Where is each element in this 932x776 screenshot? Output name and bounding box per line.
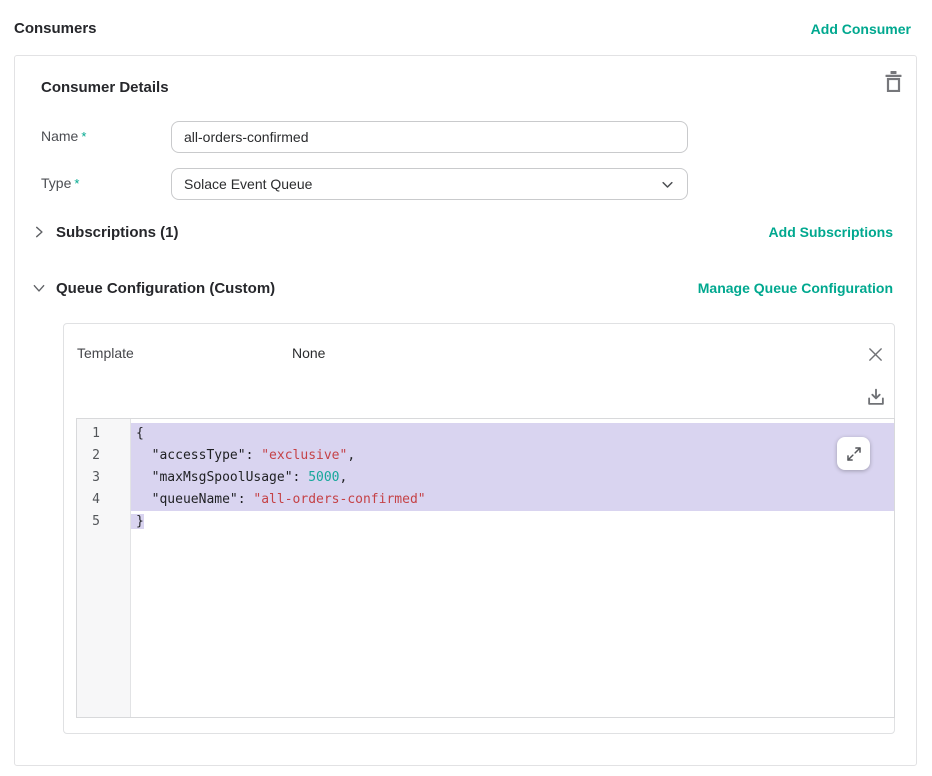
template-value: None: [292, 345, 325, 361]
add-consumer-button[interactable]: Add Consumer: [811, 21, 911, 37]
queue-configuration-section-label: Queue Configuration (Custom): [56, 280, 275, 297]
trash-icon: [884, 71, 903, 92]
consumer-details-card: Consumer Details Name* Type* Solace Even…: [14, 55, 917, 766]
chevron-down-icon[interactable]: [31, 280, 47, 296]
line-number: 1: [77, 423, 130, 445]
code-line[interactable]: "queueName": "all-orders-confirmed": [131, 489, 894, 511]
required-marker: *: [81, 129, 86, 144]
template-label: Template: [77, 345, 134, 361]
name-field-label: Name*: [41, 121, 86, 152]
chevron-down-icon: [660, 177, 675, 192]
download-configuration-button[interactable]: [863, 384, 889, 410]
expand-editor-button[interactable]: [837, 437, 870, 470]
chevron-right-icon[interactable]: [31, 224, 47, 240]
download-icon: [865, 386, 887, 408]
code-line[interactable]: }: [131, 511, 894, 533]
required-marker: *: [74, 176, 79, 191]
line-number: 2: [77, 445, 130, 467]
delete-consumer-button[interactable]: [880, 68, 906, 94]
type-select-value: Solace Event Queue: [184, 176, 312, 192]
line-number: 4: [77, 489, 130, 511]
code-token: "maxMsgSpoolUsage":: [136, 470, 308, 485]
code-token: {: [136, 426, 144, 441]
code-line[interactable]: "accessType": "exclusive",: [131, 445, 894, 467]
subscriptions-section-toggle[interactable]: Subscriptions (1) Add Subscriptions: [31, 222, 893, 242]
expand-icon: [845, 445, 863, 463]
line-number: 5: [77, 511, 130, 533]
subscriptions-section-label: Subscriptions (1): [56, 224, 179, 241]
editor-gutter: 12345: [77, 419, 131, 717]
code-token: "all-orders-confirmed": [253, 492, 425, 507]
card-title: Consumer Details: [41, 79, 169, 96]
code-token: "exclusive": [261, 448, 347, 463]
code-token: 5000: [308, 470, 339, 485]
code-token: ,: [347, 448, 355, 463]
json-code-editor[interactable]: 12345 { "accessType": "exclusive", "maxM…: [76, 418, 895, 718]
close-icon: [867, 346, 884, 363]
type-field-label: Type*: [41, 168, 79, 199]
code-token: }: [136, 514, 144, 529]
name-input[interactable]: [171, 121, 688, 153]
code-token: "queueName":: [136, 492, 253, 507]
page-title: Consumers: [14, 20, 97, 37]
close-panel-button[interactable]: [864, 343, 886, 365]
code-token: ,: [340, 470, 348, 485]
queue-configuration-section-toggle[interactable]: Queue Configuration (Custom) Manage Queu…: [31, 278, 893, 298]
line-number: 3: [77, 467, 130, 489]
code-token: "accessType":: [136, 448, 261, 463]
add-subscriptions-button[interactable]: Add Subscriptions: [769, 224, 893, 240]
type-select[interactable]: Solace Event Queue: [171, 168, 688, 200]
code-line[interactable]: {: [131, 423, 894, 445]
editor-code[interactable]: { "accessType": "exclusive", "maxMsgSpoo…: [131, 419, 894, 717]
manage-queue-configuration-button[interactable]: Manage Queue Configuration: [698, 280, 893, 296]
queue-configuration-panel: Template None 12345 { "accessType": "exc…: [63, 323, 895, 734]
code-line[interactable]: "maxMsgSpoolUsage": 5000,: [131, 467, 894, 489]
